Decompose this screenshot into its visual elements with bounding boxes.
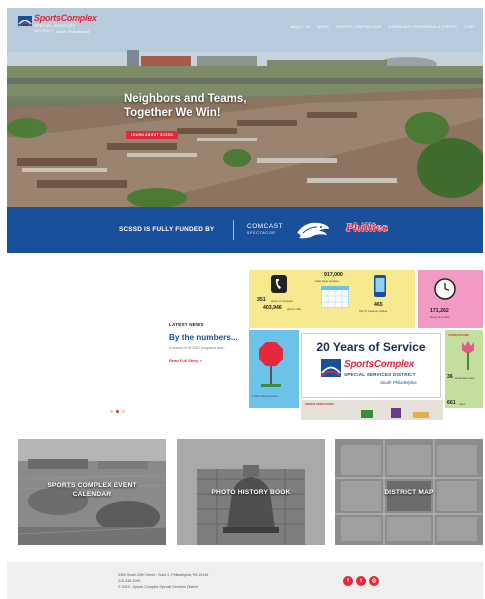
comcast-logo-line1: COMCAST bbox=[247, 223, 283, 230]
stat1-number: 917,000 bbox=[324, 272, 343, 278]
calendar-icon bbox=[321, 286, 349, 308]
photo-history-book-card[interactable]: PHOTO HISTORY BOOK bbox=[177, 439, 325, 545]
stat3-label: phone calls bbox=[287, 307, 302, 311]
cleaning-tools-icon bbox=[361, 408, 429, 418]
green-ops-label: GREEN OPERATIONS bbox=[305, 402, 335, 406]
eagles-logo-icon[interactable] bbox=[295, 219, 331, 241]
infographic-tile-green-ops: GREEN OPERATIONS bbox=[301, 400, 443, 420]
district-map-card[interactable]: DISTRICT MAP bbox=[335, 439, 483, 545]
funding-divider bbox=[233, 220, 234, 240]
stat2-number: 351 bbox=[257, 297, 266, 303]
infographic-tile-traffic: Traffic safety devices bbox=[249, 330, 299, 408]
comcast-logo-line2: SPECTACOR bbox=[247, 231, 276, 235]
infographic-image[interactable]: 917,000 trash bags emptied 351 hours of … bbox=[249, 270, 483, 420]
funding-bar: SCSSD IS FULLY FUNDED BY COMCAST SPECTAC… bbox=[7, 207, 483, 253]
stat1-label: trash bags emptied bbox=[315, 279, 339, 283]
footer-copyright: © 2019 - Sports Complex Special Services… bbox=[118, 585, 198, 589]
news-title[interactable]: By the numbers... bbox=[169, 333, 251, 342]
district-map-title: DISTRICT MAP bbox=[384, 489, 434, 496]
infographic-tile-stats: 917,000 trash bags emptied 351 hours of … bbox=[249, 270, 415, 328]
mobile-phone-icon bbox=[374, 275, 386, 297]
nav-links: ABOUT US NEWS SPORTS COMPLEX MAP COMMUNI… bbox=[291, 25, 475, 29]
stat4-label: Clip It! Cleanup hotline bbox=[359, 309, 388, 313]
nav-item-community[interactable]: COMMUNITY PROGRAMS & EVENTS bbox=[389, 25, 457, 29]
photo-history-title: PHOTO HISTORY BOOK bbox=[211, 489, 291, 496]
phillies-logo[interactable]: Phillies bbox=[346, 223, 388, 234]
logo-tagline: South Philadelphia bbox=[56, 29, 90, 34]
stat6-number: 36 bbox=[447, 374, 453, 380]
stop-sign-icon bbox=[259, 342, 283, 387]
hero-banner: SportsComplex SPECIAL SERVICES DISTRICT … bbox=[7, 8, 483, 207]
stat6-label: landscape sites bbox=[455, 376, 475, 380]
slider-dot[interactable] bbox=[122, 410, 125, 413]
stat8-label: Traffic safety devices bbox=[252, 394, 279, 398]
twenty-years-banner: 20 Years of Service SportsComplex SPECIA… bbox=[301, 333, 441, 398]
stat5-number: 171,262 bbox=[430, 308, 449, 314]
stat4-number: 465 bbox=[374, 302, 383, 308]
footer-contact-info: 3300 South 20th Street - Suite 2, Philad… bbox=[118, 572, 208, 590]
footer-social-links: f t ◎ bbox=[343, 576, 379, 586]
hero-headline-line1: Neighbors and Teams, bbox=[124, 93, 247, 105]
slider-dot[interactable] bbox=[110, 410, 113, 413]
twenty-years-title: 20 Years of Service bbox=[316, 340, 426, 354]
funding-label: SCSSD IS FULLY FUNDED BY bbox=[119, 226, 215, 233]
twitter-icon[interactable]: t bbox=[356, 576, 366, 586]
read-full-story-link[interactable]: Read Full Story > bbox=[169, 358, 251, 363]
logo-stadium-icon bbox=[18, 16, 32, 27]
instagram-icon[interactable]: ◎ bbox=[369, 576, 379, 586]
infographic-tile-hours: 171,262 hours of service bbox=[418, 270, 483, 328]
nav-item-map[interactable]: SPORTS COMPLEX MAP bbox=[336, 25, 382, 29]
news-text-block: LATEST NEWS By the numbers... A review o… bbox=[169, 322, 251, 363]
clock-icon bbox=[434, 278, 456, 300]
top-navigation: SportsComplex SPECIAL SERVICES DISTRICT … bbox=[7, 8, 483, 44]
tulip-icon bbox=[462, 341, 474, 370]
streetscape-label: STREETSCAPE bbox=[448, 333, 469, 337]
event-calendar-title-line2: CALENDAR bbox=[72, 491, 112, 498]
slider-dots bbox=[110, 410, 125, 413]
stat5-label: hours of service bbox=[430, 315, 450, 319]
event-calendar-card[interactable]: SPORTS COMPLEX EVENT CALENDAR bbox=[18, 439, 166, 545]
nav-item-contact[interactable]: CONT bbox=[464, 25, 475, 29]
stat7-label: trees bbox=[459, 402, 466, 406]
latest-news-section: LATEST NEWS By the numbers... A review o… bbox=[7, 253, 483, 429]
banner-logo-name: SportsComplex bbox=[344, 359, 415, 370]
nav-item-news[interactable]: NEWS bbox=[318, 25, 330, 29]
nav-item-about[interactable]: ABOUT US bbox=[291, 25, 311, 29]
stat3-number: 403,946 bbox=[263, 305, 282, 311]
infographic-tile-landscape: STREETSCAPE 36 landscape sites 661 trees bbox=[445, 330, 483, 408]
stat2-label: hours of outreach bbox=[271, 299, 293, 303]
news-kicker: LATEST NEWS bbox=[169, 322, 204, 327]
news-excerpt: A review of SCSSD programs and... bbox=[169, 346, 227, 350]
event-calendar-title: SPORTS COMPLEX EVENT CALENDAR bbox=[18, 481, 166, 499]
hero-headline: Neighbors and Teams, Together We Win! bbox=[124, 92, 246, 120]
stat7-number: 661 bbox=[447, 400, 456, 406]
facebook-icon[interactable]: f bbox=[343, 576, 353, 586]
slider-dot-active[interactable] bbox=[116, 410, 119, 413]
learn-about-button[interactable]: LEARN ABOUT SCSSD bbox=[126, 131, 178, 139]
event-calendar-title-line1: SPORTS COMPLEX EVENT bbox=[47, 482, 137, 489]
banner-logo-tagline: South Philadelphia bbox=[380, 380, 417, 385]
banner-stadium-icon bbox=[321, 359, 341, 377]
hero-headline-line2: Together We Win! bbox=[124, 107, 221, 119]
phone-icon bbox=[271, 275, 287, 293]
site-logo[interactable]: SportsComplex SPECIAL SERVICES DISTRICT … bbox=[16, 12, 97, 38]
site-footer: 3300 South 20th Street - Suite 2, Philad… bbox=[7, 562, 483, 599]
logo-name: SportsComplex bbox=[34, 13, 97, 23]
comcast-spectacor-logo[interactable]: COMCAST SPECTACOR bbox=[247, 223, 283, 235]
banner-logo-subtitle: SPECIAL SERVICES DISTRICT bbox=[344, 372, 416, 377]
